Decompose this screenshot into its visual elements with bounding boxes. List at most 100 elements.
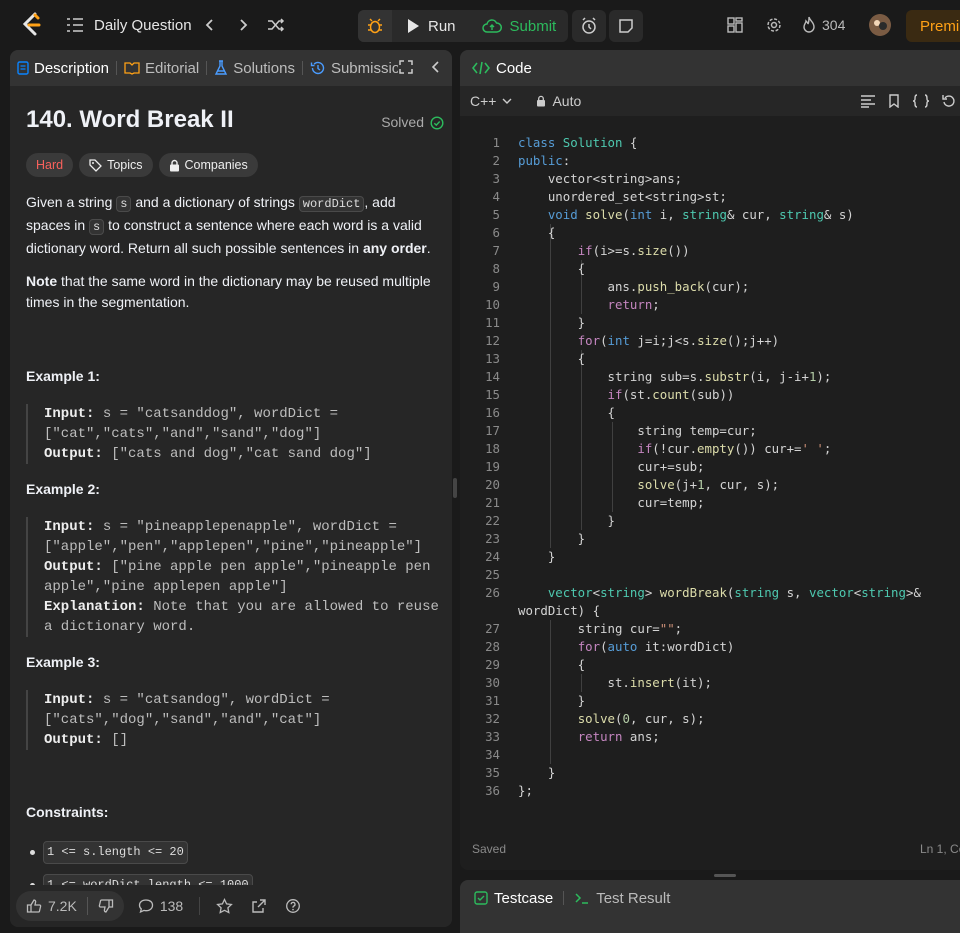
tab-description[interactable]: Description (10, 50, 116, 86)
code-editor-panel: Code C++ Auto 1 class Solution { 2 public:… (460, 50, 960, 870)
tab-editorial-label: Editorial (145, 59, 200, 77)
problem-description: 140. Word Break II Solved Hard Topics Co… (26, 86, 444, 886)
code-icon (472, 61, 490, 75)
companies-chip[interactable]: Companies (158, 153, 258, 177)
help-circle-icon (286, 899, 301, 913)
braces-button[interactable] (912, 94, 930, 108)
editor-status-bar: Saved Ln 1, Col 1 (460, 842, 960, 862)
problem-tabs: Description Editorial Solutions Submissi… (10, 50, 452, 86)
note-icon (619, 19, 633, 33)
checkbox-icon (474, 891, 488, 905)
random-problem-button[interactable] (265, 14, 287, 36)
submit-button[interactable]: Submit (470, 10, 569, 42)
code-area[interactable]: 1 class Solution { 2 public: 3 vector<stri… (460, 124, 960, 844)
share-icon (252, 899, 266, 913)
daily-question-nav[interactable]: Daily Question (66, 14, 192, 36)
debug-button[interactable] (358, 10, 392, 42)
editor-actions (860, 94, 956, 108)
constraints-heading: Constraints: (26, 804, 109, 820)
difficulty-badge: Hard (26, 153, 74, 177)
align-left-icon (861, 95, 875, 108)
tab-submissions[interactable]: Submissio (303, 50, 407, 86)
cloud-upload-icon (481, 19, 502, 33)
example-1-block: Input: s = "catsanddog", wordDict = ["ca… (26, 404, 444, 464)
example-3-heading: Example 3: (26, 654, 100, 670)
run-button[interactable]: Run (394, 10, 468, 42)
reset-button[interactable] (942, 94, 956, 108)
problem-footer: 7.2K 138 (10, 885, 452, 927)
favorite-button[interactable] (216, 897, 234, 915)
thumbs-down-icon (98, 899, 113, 913)
chevron-left-icon (205, 19, 213, 31)
bookmark-button[interactable] (888, 94, 900, 108)
panel-resize-handle[interactable] (453, 478, 457, 498)
prev-problem-button[interactable] (199, 14, 221, 36)
like-button[interactable]: 7.2K (16, 891, 87, 921)
collapse-panel-button[interactable] (428, 59, 446, 77)
tab-submissions-label: Submissio (330, 59, 401, 77)
test-panel: Testcase Test Result (460, 880, 960, 933)
streak-counter[interactable]: 304 (802, 14, 845, 36)
daily-question-label: Daily Question (94, 16, 192, 34)
history-icon (310, 61, 325, 75)
tab-solutions-label: Solutions (233, 59, 295, 77)
example-3-block: Input: s = "catsandog", wordDict = ["cat… (26, 690, 444, 750)
leetcode-logo-icon[interactable] (20, 12, 44, 38)
help-button[interactable] (285, 898, 301, 914)
like-dislike-group: 7.2K (16, 891, 124, 921)
editor-header: Code (460, 50, 960, 86)
problem-tags: Hard Topics Companies (26, 153, 258, 177)
maximize-button[interactable] (398, 59, 416, 77)
play-icon (408, 19, 419, 33)
language-select[interactable]: C++ (470, 93, 512, 109)
undo-icon (942, 95, 955, 107)
star-icon (216, 897, 234, 914)
grid-layout-icon (727, 17, 743, 33)
comments-count: 138 (159, 898, 184, 914)
dislike-button[interactable] (88, 891, 124, 921)
chevron-down-icon (502, 98, 512, 104)
document-icon (17, 61, 29, 75)
comment-icon (138, 899, 153, 914)
shuffle-icon (268, 18, 285, 32)
streak-count: 304 (822, 17, 846, 33)
solved-label: Solved (381, 114, 424, 130)
tab-editorial[interactable]: Editorial (117, 50, 206, 86)
layout-button[interactable] (724, 14, 746, 36)
tag-icon (89, 158, 103, 172)
timer-button[interactable] (572, 10, 606, 42)
chevron-right-icon (240, 19, 248, 31)
bug-icon (368, 18, 382, 34)
settings-button[interactable] (763, 14, 785, 36)
premium-label: Premium (920, 17, 960, 35)
saved-status: Saved (472, 842, 507, 856)
expand-icon (399, 60, 413, 74)
example-2-heading: Example 2: (26, 481, 100, 497)
tab-solutions[interactable]: Solutions (207, 50, 302, 86)
thumbs-up-icon (26, 899, 42, 913)
share-button[interactable] (251, 898, 267, 914)
bookmark-icon (889, 94, 899, 108)
notes-button[interactable] (609, 10, 643, 42)
run-submit-bar: Run Submit (358, 10, 569, 42)
next-problem-button[interactable] (232, 14, 254, 36)
braces-icon (912, 94, 930, 108)
avatar[interactable] (869, 14, 891, 36)
run-label: Run (428, 17, 456, 35)
submit-label: Submit (509, 17, 557, 35)
chevron-left-icon (431, 61, 439, 73)
solved-status: Solved (381, 112, 444, 133)
top-bar: Daily Question Run Submit 304 Premi (0, 0, 960, 50)
premium-button[interactable]: Premium (906, 10, 960, 42)
flask-icon (215, 60, 228, 75)
tab-test-result[interactable]: Test Result (574, 890, 670, 907)
terminal-icon (575, 893, 589, 904)
flame-icon (803, 16, 815, 33)
topics-chip[interactable]: Topics (79, 153, 153, 177)
tab-testcase[interactable]: Testcase (474, 890, 553, 907)
example-1-heading: Example 1: (26, 368, 100, 384)
editor-resize-handle[interactable] (714, 874, 736, 877)
format-button[interactable] (860, 94, 876, 108)
comments-button[interactable]: 138 (134, 898, 183, 914)
auto-mode-toggle[interactable]: Auto (536, 93, 581, 109)
